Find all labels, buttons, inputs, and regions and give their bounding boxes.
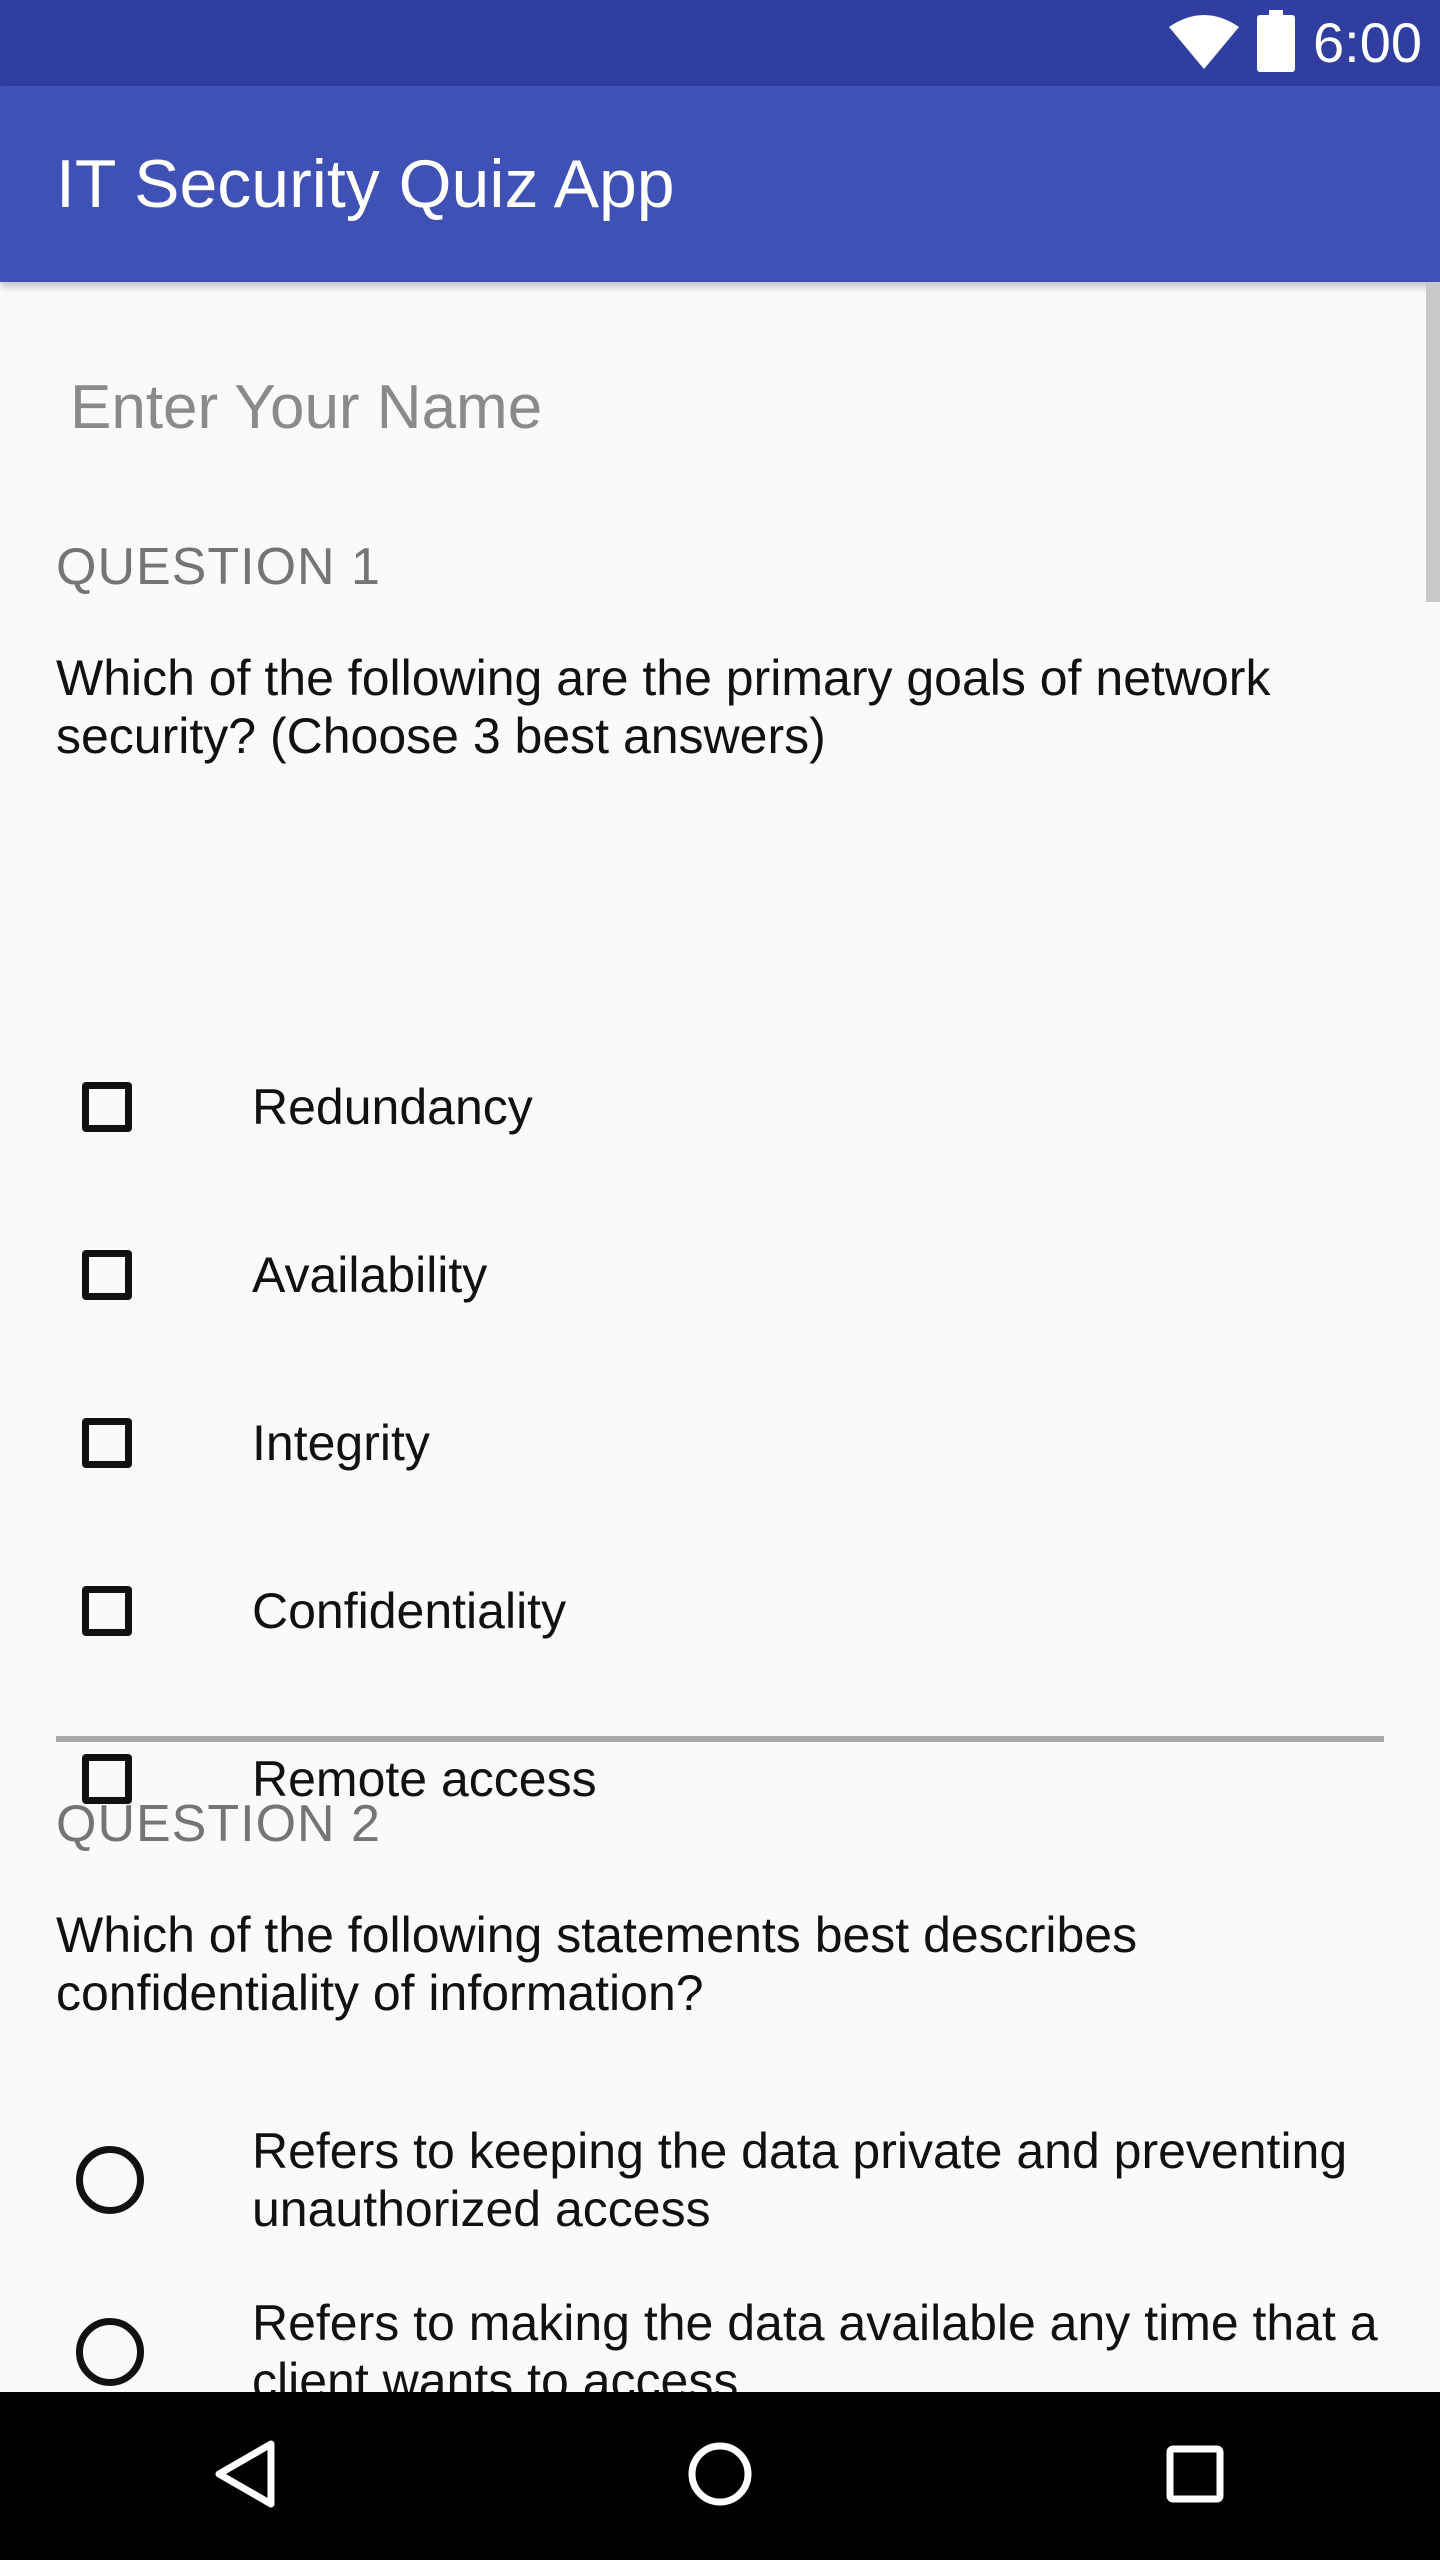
question-1-heading: QUESTION 1 (56, 538, 381, 596)
option-label: Refers to keeping the data private and p… (252, 2123, 1348, 2237)
question-2-heading: QUESTION 2 (56, 1795, 381, 1853)
option-confidentiality[interactable]: Confidentiality (56, 1541, 1386, 1681)
checkbox[interactable] (82, 1418, 132, 1468)
name-input[interactable] (56, 352, 1344, 462)
recents-button[interactable] (1115, 2392, 1275, 2560)
status-bar: 6:00 (0, 0, 1440, 86)
navigation-bar (0, 2392, 1440, 2560)
option-q2-a[interactable]: Refers to keeping the data private and p… (56, 2090, 1386, 2270)
app-bar: IT Security Quiz App (0, 86, 1440, 282)
status-icons: 6:00 (1169, 0, 1422, 86)
recents-icon (1165, 2444, 1225, 2509)
battery-icon (1257, 9, 1295, 77)
checkbox[interactable] (82, 1250, 132, 1300)
home-icon (687, 2441, 753, 2512)
radio-button[interactable] (76, 2318, 144, 2386)
option-label: Confidentiality (252, 1583, 567, 1639)
option-label: Redundancy (252, 1079, 533, 1135)
option-label: Refers to making the data available any … (252, 2295, 1378, 2392)
checkbox[interactable] (82, 1082, 132, 1132)
question-2-text: Which of the following statements best d… (56, 1907, 1138, 2021)
option-label: Availability (252, 1247, 488, 1303)
back-icon (213, 2439, 277, 2514)
question-1-text: Which of the following are the primary g… (56, 650, 1271, 764)
option-integrity[interactable]: Integrity (56, 1373, 1386, 1513)
quiz-content: QUESTION 1 Which of the following are th… (0, 282, 1440, 2392)
checkbox[interactable] (82, 1586, 132, 1636)
option-availability[interactable]: Availability (56, 1205, 1386, 1345)
home-button[interactable] (640, 2392, 800, 2560)
option-q2-b[interactable]: Refers to making the data available any … (56, 2262, 1386, 2392)
status-time: 6:00 (1313, 11, 1422, 74)
question-divider (56, 1736, 1384, 1742)
back-button[interactable] (165, 2392, 325, 2560)
wifi-icon (1169, 13, 1239, 74)
app-title: IT Security Quiz App (56, 146, 675, 222)
option-label: Integrity (252, 1415, 430, 1471)
option-redundancy[interactable]: Redundancy (56, 1037, 1386, 1177)
radio-button[interactable] (76, 2146, 144, 2214)
